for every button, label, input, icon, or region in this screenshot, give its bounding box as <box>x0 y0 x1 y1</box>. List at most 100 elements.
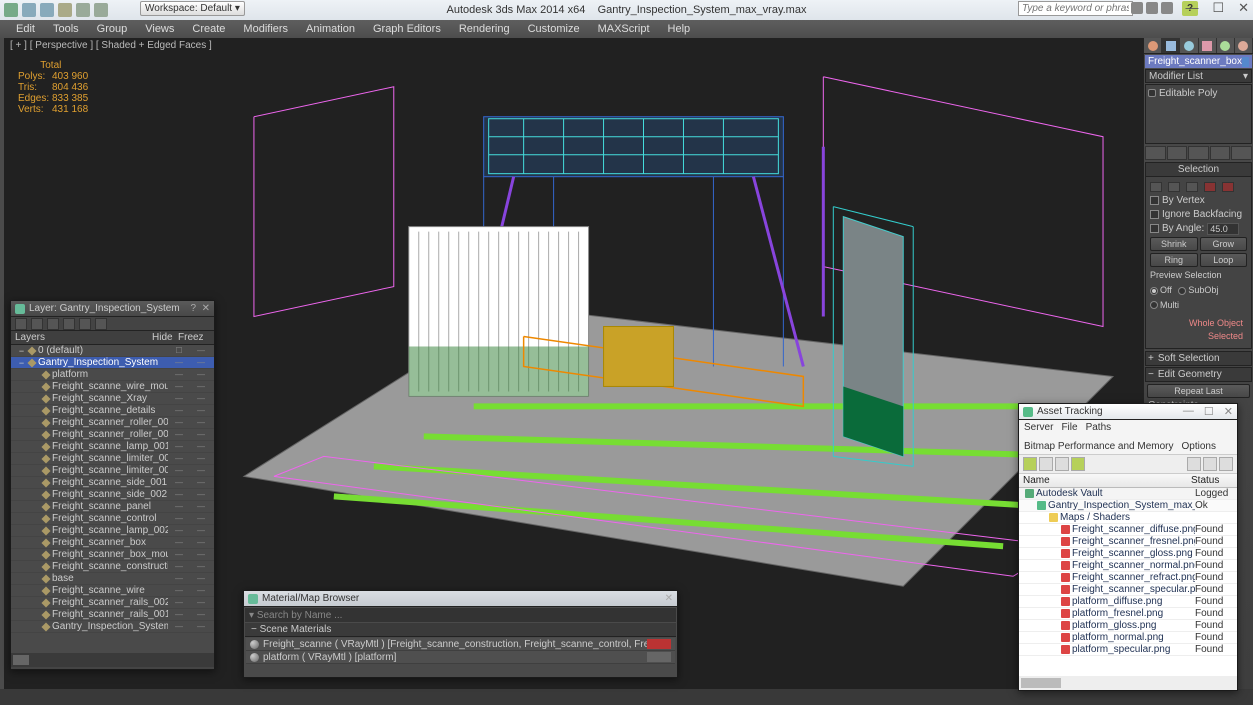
asset-row[interactable]: platform_gloss.pngFound <box>1019 620 1237 632</box>
layer-row[interactable]: Freight_scanne_panel—— <box>11 501 214 513</box>
layer-row[interactable]: Freight_scanner_roller_001—— <box>11 429 214 441</box>
layer-row[interactable]: Freight_scanner_roller_002—— <box>11 417 214 429</box>
asset-hscroll[interactable] <box>1019 676 1237 690</box>
layer-row[interactable]: Freight_scanne_side_002—— <box>11 489 214 501</box>
add-to-layer-icon[interactable] <box>47 318 59 330</box>
sign-in-icon[interactable] <box>1131 2 1143 14</box>
asset-close-icon[interactable]: ✕ <box>1224 405 1233 418</box>
asset-list[interactable]: Autodesk VaultLoggedGantry_Inspection_Sy… <box>1019 488 1237 676</box>
object-color-swatch[interactable] <box>1242 57 1249 67</box>
layer-row[interactable]: base—— <box>11 573 214 585</box>
modifier-list-dropdown[interactable]: Modifier List▾ <box>1145 69 1252 83</box>
layer-row[interactable]: −Gantry_Inspection_System—— <box>11 357 214 369</box>
menu-create[interactable]: Create <box>184 23 233 35</box>
layer-row[interactable]: Freight_scanne_limiter_001—— <box>11 453 214 465</box>
tab-motion[interactable] <box>1199 38 1217 53</box>
vertex-icon[interactable] <box>1150 182 1162 192</box>
grow-button[interactable]: Grow <box>1200 237 1248 251</box>
menu-modifiers[interactable]: Modifiers <box>235 23 296 35</box>
asset-opt-icon[interactable] <box>1219 457 1233 471</box>
unique-icon[interactable] <box>1188 146 1209 160</box>
layer-row[interactable]: Freight_scanner_rails_002—— <box>11 597 214 609</box>
remove-icon[interactable] <box>1210 146 1231 160</box>
layer-row[interactable]: Freight_scanner_box_mount—— <box>11 549 214 561</box>
show-end-icon[interactable] <box>1167 146 1188 160</box>
object-name-field[interactable]: Freight_scanner_box <box>1145 55 1252 68</box>
asset-view2-icon[interactable] <box>1055 457 1069 471</box>
asset-help-icon[interactable] <box>1203 457 1217 471</box>
modifier-stack[interactable]: Editable Poly <box>1145 84 1252 144</box>
material-search[interactable]: ▾ Search by Name ... <box>245 608 676 622</box>
ring-button[interactable]: Ring <box>1150 253 1198 267</box>
viewport-label[interactable]: [ + ] [ Perspective ] [ Shaded + Edged F… <box>10 40 212 51</box>
layer-row[interactable]: Gantry_Inspection_System—— <box>11 621 214 633</box>
layer-row[interactable]: Freight_scanne_side_001—— <box>11 477 214 489</box>
asset-min-icon[interactable]: — <box>1183 405 1194 418</box>
layer-window-header[interactable]: Layer: Gantry_Inspection_System? ✕ <box>11 301 214 317</box>
stack-item[interactable]: Editable Poly <box>1159 88 1217 99</box>
polygon-icon[interactable] <box>1204 182 1216 192</box>
delete-layer-icon[interactable] <box>31 318 43 330</box>
asset-row[interactable]: platform_normal.pngFound <box>1019 632 1237 644</box>
material-group-header[interactable]: − Scene Materials <box>245 623 676 637</box>
asset-view1-icon[interactable] <box>1039 457 1053 471</box>
tab-utilities[interactable] <box>1235 38 1253 53</box>
edge-icon[interactable] <box>1168 182 1180 192</box>
hide-icon[interactable] <box>95 318 107 330</box>
preview-multi-radio[interactable] <box>1150 301 1158 309</box>
border-icon[interactable] <box>1186 182 1198 192</box>
menu-customize[interactable]: Customize <box>520 23 588 35</box>
element-icon[interactable] <box>1222 182 1234 192</box>
asset-row[interactable]: platform_diffuse.pngFound <box>1019 596 1237 608</box>
asset-menu-options[interactable]: Options <box>1182 441 1216 452</box>
tab-display[interactable] <box>1217 38 1235 53</box>
tab-modify[interactable] <box>1162 38 1180 53</box>
asset-row[interactable]: Freight_scanner_gloss.pngFound <box>1019 548 1237 560</box>
preview-off-radio[interactable] <box>1150 287 1158 295</box>
layer-row[interactable]: Freight_scanne_lamp_002—— <box>11 525 214 537</box>
tab-hierarchy[interactable] <box>1180 38 1198 53</box>
material-window-header[interactable]: Material/Map Browser✕ <box>244 591 677 607</box>
layer-row[interactable]: Freight_scanner_box—— <box>11 537 214 549</box>
menu-graph-editors[interactable]: Graph Editors <box>365 23 449 35</box>
maximize-icon[interactable]: ☐ <box>1212 0 1224 16</box>
layer-row[interactable]: Freight_scanner_rails_001—— <box>11 609 214 621</box>
layer-tree[interactable]: −0 (default)☐—−Gantry_Inspection_System—… <box>11 345 214 653</box>
loop-button[interactable]: Loop <box>1200 253 1248 267</box>
layer-row[interactable]: −0 (default)☐— <box>11 345 214 357</box>
asset-row[interactable]: Freight_scanner_specular.pngFound <box>1019 584 1237 596</box>
menu-help[interactable]: Help <box>660 23 699 35</box>
rollout-header[interactable]: Selection <box>1146 163 1251 177</box>
highlight-icon[interactable] <box>79 318 91 330</box>
layer-row[interactable]: Freight_scanne_wire—— <box>11 585 214 597</box>
tab-create[interactable] <box>1144 38 1162 53</box>
layer-row[interactable]: Freight_scanne_Xray—— <box>11 393 214 405</box>
asset-menu-bitmap-performance-and-memory[interactable]: Bitmap Performance and Memory <box>1024 441 1174 452</box>
shrink-button[interactable]: Shrink <box>1150 237 1198 251</box>
menu-animation[interactable]: Animation <box>298 23 363 35</box>
new-layer-icon[interactable] <box>15 318 27 330</box>
ignore-backfacing-checkbox[interactable] <box>1150 210 1159 219</box>
layer-row[interactable]: Freight_scanne_details—— <box>11 405 214 417</box>
material-row[interactable]: platform ( VRayMtl ) [platform] <box>246 651 675 664</box>
asset-row[interactable]: Freight_scanner_normal.pngFound <box>1019 560 1237 572</box>
layer-row[interactable]: platform—— <box>11 369 214 381</box>
configure-icon[interactable] <box>1231 146 1252 160</box>
repeat-last-button[interactable]: Repeat Last <box>1147 384 1250 398</box>
asset-row[interactable]: Gantry_Inspection_System_max_vray.maxOk <box>1019 500 1237 512</box>
menu-tools[interactable]: Tools <box>45 23 87 35</box>
asset-row[interactable]: Maps / Shaders <box>1019 512 1237 524</box>
layer-row[interactable]: Freight_scanne_limiter_002—— <box>11 465 214 477</box>
material-close-icon[interactable]: ✕ <box>665 593 673 604</box>
exchange-icon[interactable] <box>1146 2 1158 14</box>
minimize-icon[interactable]: — <box>1185 0 1198 16</box>
asset-menu-paths[interactable]: Paths <box>1086 422 1112 433</box>
menu-maxscript[interactable]: MAXScript <box>590 23 658 35</box>
asset-refresh-icon[interactable] <box>1023 457 1037 471</box>
layer-hscroll[interactable] <box>11 653 214 667</box>
rollout-edit-geometry[interactable]: −Edit Geometry <box>1145 367 1252 382</box>
menu-rendering[interactable]: Rendering <box>451 23 518 35</box>
asset-row[interactable]: platform_fresnel.pngFound <box>1019 608 1237 620</box>
layer-row[interactable]: Freight_scanne_control—— <box>11 513 214 525</box>
asset-row[interactable]: platform_specular.pngFound <box>1019 644 1237 656</box>
